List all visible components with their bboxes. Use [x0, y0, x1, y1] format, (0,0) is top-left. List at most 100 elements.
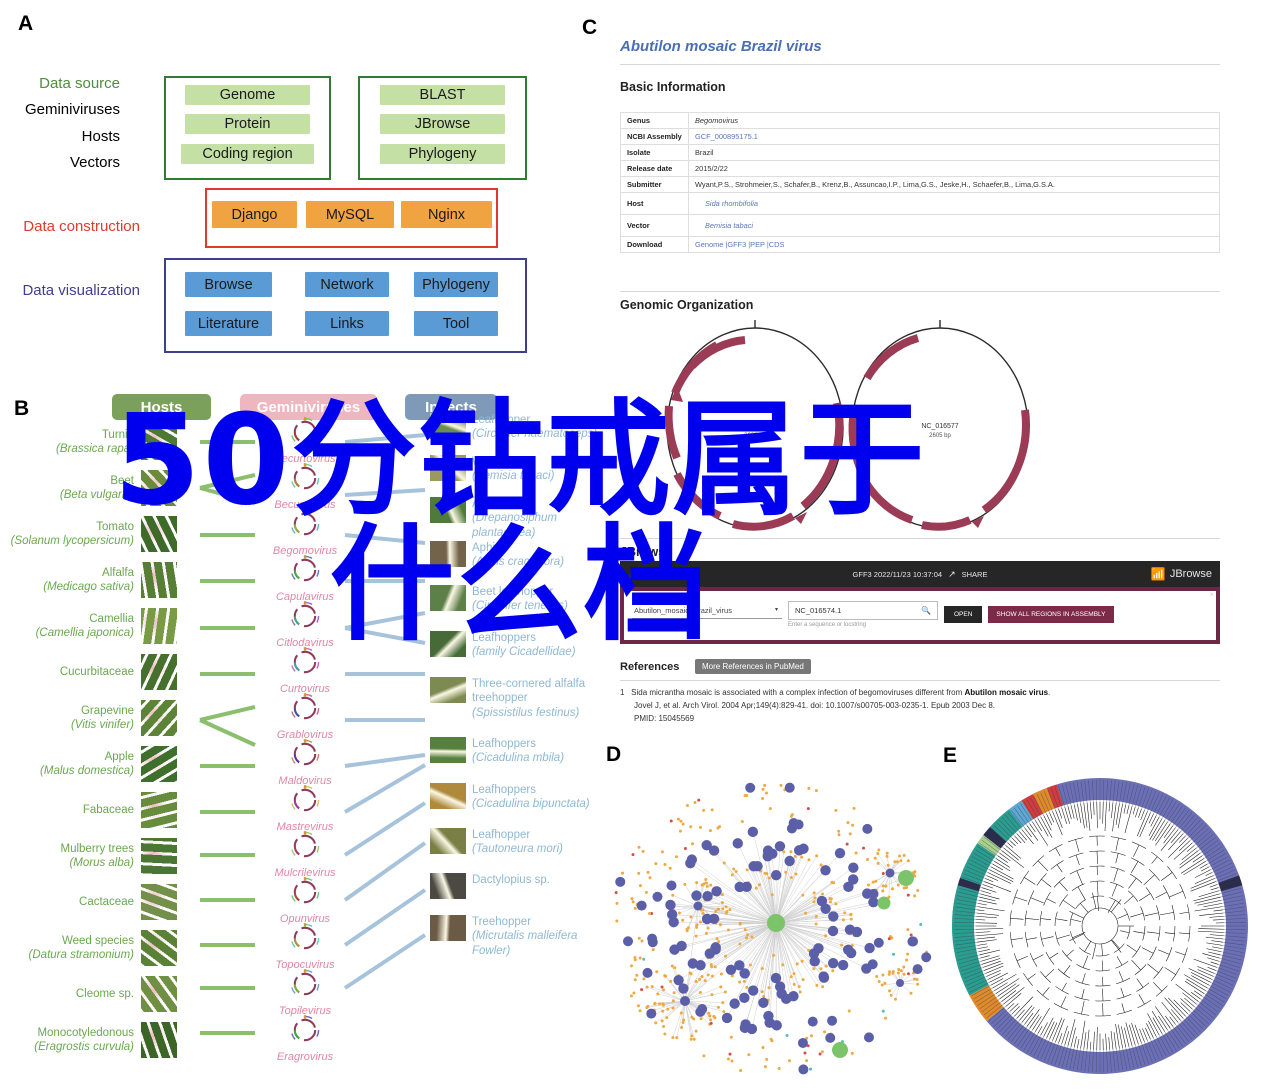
- network-node[interactable]: [719, 972, 723, 976]
- network-node[interactable]: [921, 952, 932, 963]
- network-node[interactable]: [704, 881, 708, 885]
- chip-browse[interactable]: Browse: [185, 272, 272, 297]
- network-node[interactable]: [732, 838, 743, 849]
- network-graph[interactable]: [600, 766, 940, 1091]
- network-node[interactable]: [689, 972, 693, 976]
- host-row[interactable]: Monocotyledonous (Eragrostis curvula): [0, 1021, 178, 1059]
- network-node[interactable]: [715, 937, 719, 941]
- network-node[interactable]: [635, 973, 639, 977]
- network-node[interactable]: [899, 859, 903, 863]
- chip-jbrowse[interactable]: JBrowse: [380, 114, 505, 134]
- network-node[interactable]: [815, 854, 819, 858]
- network-node[interactable]: [837, 833, 841, 837]
- network-node[interactable]: [673, 966, 677, 970]
- genus-entry[interactable]: Grablovirus: [262, 691, 348, 741]
- network-node[interactable]: [708, 845, 720, 856]
- network-node[interactable]: [851, 926, 863, 938]
- network-node[interactable]: [850, 1051, 854, 1055]
- network-node[interactable]: [631, 853, 635, 857]
- network-node[interactable]: [710, 993, 714, 997]
- network-node[interactable]: [729, 998, 740, 1009]
- network-node[interactable]: [800, 959, 804, 963]
- network-node[interactable]: [676, 817, 680, 821]
- network-node[interactable]: [834, 847, 846, 859]
- network-node[interactable]: [745, 985, 749, 989]
- network-node[interactable]: [698, 920, 702, 924]
- network-node[interactable]: [738, 980, 742, 984]
- network-node[interactable]: [820, 903, 831, 915]
- network-node[interactable]: [884, 884, 888, 888]
- network-node[interactable]: [896, 979, 904, 987]
- network-node[interactable]: [867, 959, 878, 970]
- network-node[interactable]: [841, 918, 845, 922]
- network-node[interactable]: [824, 934, 828, 938]
- network-node[interactable]: [893, 997, 897, 1001]
- network-node[interactable]: [705, 884, 709, 888]
- network-node[interactable]: [919, 922, 923, 926]
- network-node[interactable]: [669, 819, 673, 823]
- network-node[interactable]: [694, 1029, 698, 1033]
- network-node[interactable]: [671, 1006, 675, 1010]
- network-node[interactable]: [642, 967, 653, 978]
- network-node[interactable]: [655, 970, 659, 974]
- network-node[interactable]: [637, 845, 641, 849]
- network-node[interactable]: [698, 977, 702, 981]
- network-node[interactable]: [789, 814, 793, 818]
- share-icon[interactable]: ↗: [948, 569, 956, 580]
- network-node[interactable]: [614, 891, 618, 895]
- network-node[interactable]: [806, 807, 810, 811]
- network-node[interactable]: [837, 829, 841, 833]
- jbrowse-share-label[interactable]: SHARE: [962, 570, 988, 579]
- network-node[interactable]: [814, 922, 818, 926]
- network-node[interactable]: [636, 1004, 640, 1008]
- network-node[interactable]: [877, 979, 881, 983]
- search-icon[interactable]: 🔍: [921, 606, 931, 615]
- network-node[interactable]: [845, 842, 849, 846]
- chip-mysql[interactable]: MySQL: [306, 201, 394, 228]
- network-node[interactable]: [739, 1068, 743, 1072]
- network-node[interactable]: [714, 909, 718, 913]
- network-node[interactable]: [787, 1059, 791, 1063]
- network-node[interactable]: [745, 782, 756, 793]
- network-node[interactable]: [807, 858, 811, 862]
- network-node[interactable]: [690, 1015, 694, 1019]
- network-node[interactable]: [701, 911, 705, 915]
- network-node[interactable]: [770, 870, 782, 881]
- network-node[interactable]: [827, 1015, 838, 1026]
- network-node[interactable]: [692, 1037, 696, 1041]
- network-node[interactable]: [906, 952, 910, 956]
- network-node[interactable]: [906, 893, 910, 897]
- network-node[interactable]: [761, 787, 765, 791]
- network-node[interactable]: [695, 1006, 706, 1017]
- network-node[interactable]: [777, 1067, 781, 1071]
- network-node[interactable]: [891, 971, 895, 975]
- chip-phylogeny-source[interactable]: Phylogeny: [380, 144, 505, 164]
- network-node[interactable]: [854, 851, 858, 855]
- network-node[interactable]: [744, 936, 748, 940]
- network-node[interactable]: [885, 868, 895, 878]
- network-node[interactable]: [813, 896, 817, 900]
- network-node[interactable]: [779, 783, 783, 787]
- network-node[interactable]: [637, 871, 641, 875]
- network-node[interactable]: [913, 977, 917, 981]
- network-node[interactable]: [621, 871, 625, 875]
- network-node[interactable]: [694, 934, 698, 938]
- network-node[interactable]: [781, 963, 785, 967]
- network-node[interactable]: [745, 794, 749, 798]
- network-node[interactable]: [834, 902, 838, 906]
- network-node[interactable]: [710, 974, 714, 978]
- network-node[interactable]: [651, 948, 655, 952]
- network-node[interactable]: [700, 883, 704, 887]
- network-node[interactable]: [630, 897, 634, 901]
- network-node[interactable]: [820, 865, 831, 876]
- network-node[interactable]: [702, 890, 713, 902]
- network-node[interactable]: [721, 1001, 725, 1005]
- info-value[interactable]: GCF_000895175.1: [688, 128, 1220, 145]
- genus-entry[interactable]: Mastrevirus: [262, 783, 348, 833]
- network-node[interactable]: [646, 1004, 650, 1008]
- network-node[interactable]: [693, 800, 697, 804]
- network-node[interactable]: [840, 943, 844, 947]
- network-node[interactable]: [820, 1050, 824, 1054]
- network-node[interactable]: [764, 1017, 775, 1028]
- network-node[interactable]: [889, 993, 893, 997]
